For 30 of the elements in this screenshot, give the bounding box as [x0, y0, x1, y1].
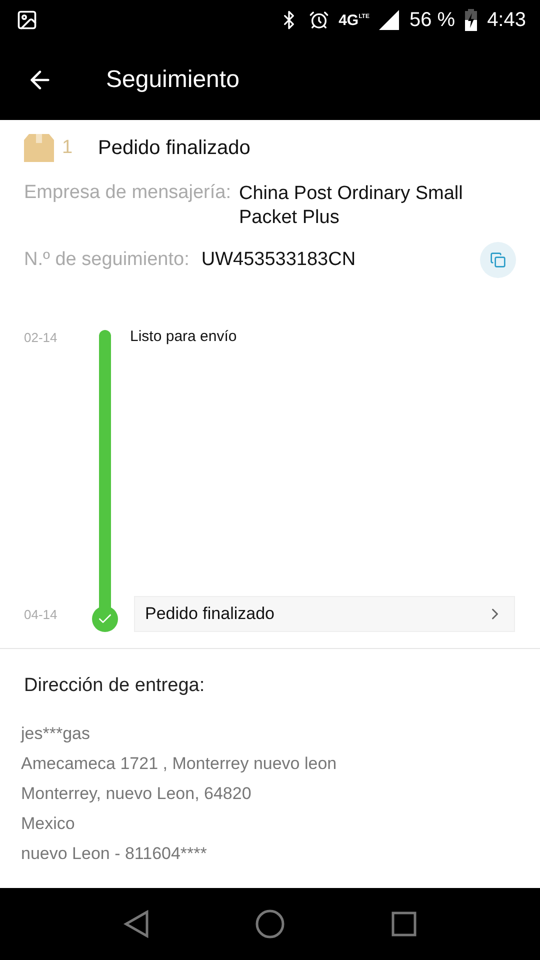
tracking-number: UW453533183CN: [201, 248, 356, 272]
order-status: Pedido finalizado: [98, 136, 250, 160]
home-nav-icon[interactable]: [255, 909, 285, 939]
address-line: Mexico: [21, 813, 76, 835]
carrier-name: China Post Ordinary Small Packet Plus: [239, 182, 464, 230]
package-count: 1: [62, 137, 74, 159]
back-nav-icon[interactable]: [123, 910, 149, 938]
address-line: jes***gas: [21, 723, 91, 745]
image-icon: [16, 9, 38, 31]
address-line: nuevo Leon - 811604****: [21, 843, 208, 865]
event-date: 04-14: [24, 606, 58, 622]
copy-button[interactable]: [480, 242, 516, 278]
battery-icon: [465, 9, 478, 31]
page-title: Seguimiento: [106, 66, 240, 94]
event-card[interactable]: Pedido finalizado: [134, 596, 515, 632]
recents-nav-icon[interactable]: [391, 911, 417, 937]
address-title: Dirección de entrega:: [23, 675, 206, 697]
copy-icon: [490, 252, 506, 268]
check-circle-icon: [92, 606, 118, 632]
package-icon: [24, 134, 54, 162]
tracking-label: N.º de seguimiento:: [24, 249, 190, 271]
clock-time: 4:43: [487, 8, 526, 32]
signal-icon: [379, 10, 400, 30]
carrier-label: Empresa de mensajería:: [24, 182, 231, 204]
alarm-icon: [308, 10, 329, 30]
event-date: 02-14: [24, 329, 58, 345]
address-line: Amecameca 1721 , Monterrey nuevo leon: [21, 753, 338, 775]
address-line: Monterrey, nuevo Leon, 64820: [21, 783, 252, 805]
event-text: Listo para envío: [129, 327, 238, 345]
battery-percent: 56 %: [409, 8, 456, 32]
